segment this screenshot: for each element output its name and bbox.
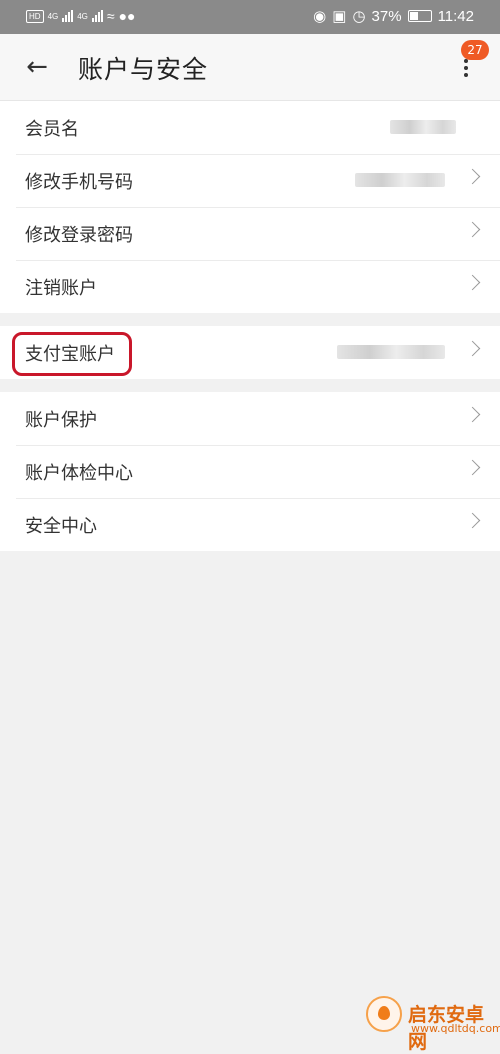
row-label: 安全中心	[25, 516, 97, 537]
row-label: 注销账户	[25, 278, 97, 299]
watermark-logo-icon	[366, 996, 402, 1032]
chevron-right-icon	[464, 459, 481, 476]
alarm-icon: ◷	[352, 8, 366, 25]
watermark-url: www.qdltdq.com	[411, 1022, 500, 1035]
security-group: 账户保护 账户体检中心 安全中心	[0, 392, 500, 551]
status-right-icons: ◉ ▣ ◷ 37% 11:42	[313, 7, 474, 26]
chevron-right-icon	[464, 406, 481, 423]
battery-icon	[407, 10, 432, 22]
security-center-row[interactable]: 安全中心	[0, 498, 500, 551]
nfc-icon: ▣	[332, 8, 347, 25]
member-name-row[interactable]: 会员名	[0, 101, 500, 154]
wechat-icon: ●●	[118, 8, 136, 24]
status-time: 11:42	[437, 7, 474, 25]
account-settings-group: 会员名 修改手机号码 修改登录密码 注销账户	[0, 101, 500, 313]
more-menu-icon[interactable]	[454, 56, 478, 86]
row-label: 修改登录密码	[25, 225, 133, 246]
row-label: 会员名	[25, 119, 79, 140]
highlight-box	[12, 332, 132, 376]
chevron-right-icon	[464, 274, 481, 291]
blurred-alipay-account	[337, 345, 445, 359]
account-protection-row[interactable]: 账户保护	[0, 392, 500, 445]
account-checkup-row[interactable]: 账户体检中心	[0, 445, 500, 498]
chevron-right-icon	[464, 512, 481, 529]
page-title: 账户与安全	[78, 55, 209, 84]
chevron-right-icon	[464, 168, 481, 185]
back-arrow-icon[interactable]: ←	[22, 53, 52, 81]
blurred-phone-number	[355, 173, 445, 187]
status-left-icons: HD 4G 4G ≈ ●●	[26, 8, 136, 24]
signal-icon-2	[91, 10, 103, 22]
row-label: 修改手机号码	[25, 172, 133, 193]
hd-icon: HD	[26, 9, 44, 23]
row-label: 账户保护	[25, 410, 97, 431]
signal-icon	[62, 10, 74, 22]
cancel-account-row[interactable]: 注销账户	[0, 260, 500, 313]
row-label: 账户体检中心	[25, 463, 133, 484]
chevron-right-icon	[464, 340, 481, 357]
wifi-icon: ≈	[106, 8, 115, 24]
eye-icon: ◉	[313, 8, 327, 25]
chevron-right-icon	[464, 221, 481, 238]
battery-percent: 37%	[371, 7, 402, 25]
change-phone-row[interactable]: 修改手机号码	[0, 154, 500, 207]
app-header: ← 账户与安全	[0, 34, 500, 101]
notification-badge: 27	[461, 40, 489, 60]
signal-4g-label-2: 4G	[77, 11, 88, 21]
blurred-member-name	[390, 120, 456, 134]
signal-4g-label: 4G	[47, 11, 59, 21]
change-password-row[interactable]: 修改登录密码	[0, 207, 500, 260]
status-bar: HD 4G 4G ≈ ●● ◉ ▣ ◷ 37% 11:42	[0, 0, 500, 34]
